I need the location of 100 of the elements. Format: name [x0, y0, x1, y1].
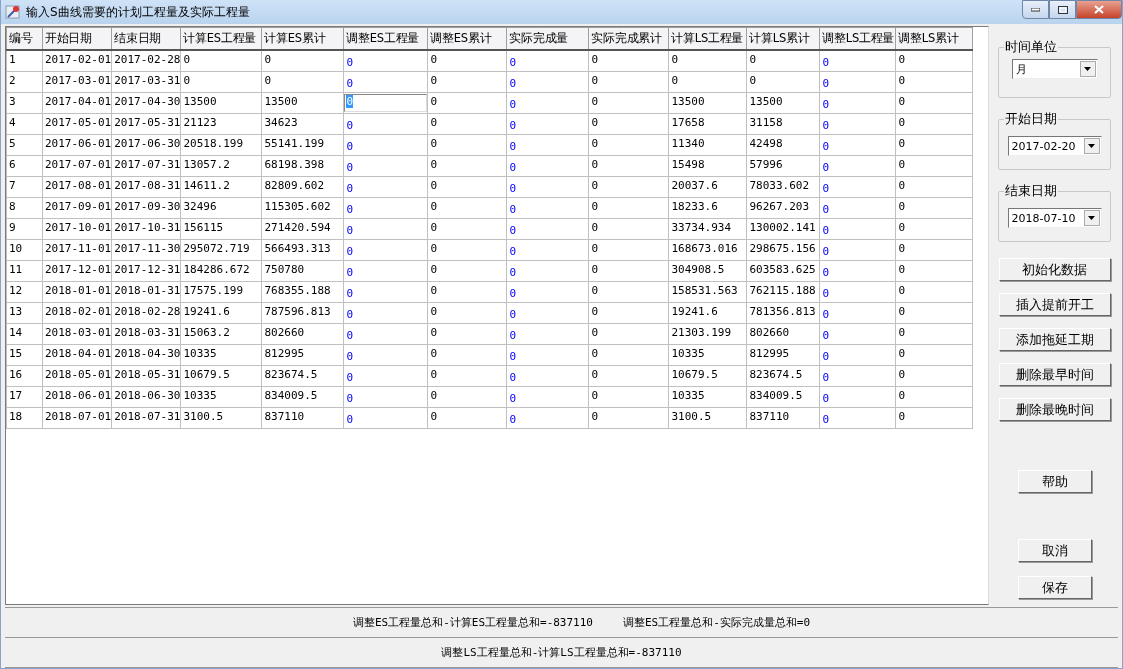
table-cell: 2 — [6, 71, 43, 92]
table-cell[interactable]: 0 — [506, 71, 589, 92]
table-cell[interactable]: 0 — [819, 71, 896, 92]
table-cell[interactable]: 0 — [343, 155, 428, 176]
table-cell[interactable]: 0 — [819, 239, 896, 260]
table-cell[interactable]: 0 — [506, 281, 589, 302]
table-cell: 31158 — [746, 113, 820, 134]
table-cell[interactable]: 0 — [343, 386, 428, 407]
table-cell[interactable]: 0 — [506, 323, 589, 344]
table-cell[interactable]: 0 — [819, 92, 896, 113]
table-cell: 0 — [180, 71, 262, 92]
action-button[interactable]: 删除最早时间 — [998, 363, 1111, 386]
table-cell[interactable]: 0 — [819, 302, 896, 323]
table-cell[interactable]: 0 — [819, 155, 896, 176]
table-cell[interactable]: 0 — [506, 302, 589, 323]
table-cell[interactable]: 0 — [343, 197, 428, 218]
table-cell[interactable]: 0 — [343, 239, 428, 260]
maximize-button[interactable] — [1049, 0, 1076, 19]
dropdown[interactable]: 月 — [1011, 59, 1098, 79]
dropdown[interactable]: 2017-02-20 — [1007, 136, 1102, 156]
column-header[interactable]: 编号 — [6, 27, 43, 50]
table-cell[interactable]: 0 — [819, 260, 896, 281]
table-cell[interactable]: 0 — [819, 113, 896, 134]
column-header[interactable]: 调整LS累计 — [895, 27, 973, 50]
table-cell[interactable]: 0 — [819, 386, 896, 407]
table-cell[interactable]: 0 — [506, 344, 589, 365]
action-button[interactable]: 插入提前开工 — [998, 293, 1111, 316]
table-cell[interactable]: 0 — [819, 218, 896, 239]
table-cell: 802660 — [261, 323, 344, 344]
table-cell[interactable]: 0 — [343, 260, 428, 281]
table-cell[interactable]: 0 — [506, 176, 589, 197]
table-cell: 32496 — [180, 197, 262, 218]
column-header[interactable]: 调整ES工程量 — [343, 27, 428, 50]
table-cell[interactable]: 0 — [819, 134, 896, 155]
column-header[interactable]: 调整ES累计 — [427, 27, 507, 50]
table-cell[interactable]: 0 — [343, 407, 428, 428]
table-cell[interactable]: 0 — [819, 365, 896, 386]
table-cell[interactable]: 0 — [506, 386, 589, 407]
column-header[interactable]: 计算ES工程量 — [180, 27, 262, 50]
table-cell[interactable]: 0 — [506, 365, 589, 386]
table-cell[interactable]: 0 — [343, 365, 428, 386]
table-cell[interactable]: 0 — [506, 113, 589, 134]
cancel-button[interactable]: 取消 — [1017, 539, 1092, 562]
table-cell: 2018-01-01 — [42, 281, 112, 302]
table-cell[interactable]: 0 — [343, 113, 428, 134]
table-cell[interactable]: 0 — [506, 92, 589, 113]
table-cell: 12 — [6, 281, 43, 302]
table-cell[interactable]: 0 — [506, 50, 589, 71]
column-header[interactable]: 实际完成累计 — [588, 27, 669, 50]
save-button[interactable]: 保存 — [1017, 576, 1092, 599]
action-button[interactable]: 删除最晚时间 — [998, 398, 1111, 421]
table-cell[interactable]: 0 — [343, 50, 428, 71]
dropdown[interactable]: 2018-07-10 — [1007, 208, 1102, 228]
table-cell[interactable]: 0 — [506, 197, 589, 218]
action-button[interactable]: 添加拖延工期 — [998, 328, 1111, 351]
table-cell: 2017-09-30 — [111, 197, 181, 218]
table-cell[interactable]: 0 — [819, 407, 896, 428]
table-cell[interactable]: 0 — [506, 407, 589, 428]
table-cell: 2018-06-30 — [111, 386, 181, 407]
table-cell[interactable]: 0 — [506, 155, 589, 176]
table-cell[interactable]: 0 — [343, 71, 428, 92]
table-cell[interactable]: 0 — [343, 176, 428, 197]
table-cell[interactable]: 0 — [506, 260, 589, 281]
column-header[interactable]: 计算ES累计 — [261, 27, 344, 50]
table-cell[interactable]: 0 — [819, 176, 896, 197]
close-button[interactable] — [1076, 0, 1122, 19]
action-button[interactable]: 初始化数据 — [998, 258, 1111, 281]
column-header[interactable]: 调整LS工程量 — [819, 27, 896, 50]
table-cell[interactable]: 0 — [343, 323, 428, 344]
column-header[interactable]: 结束日期 — [111, 27, 181, 50]
table-cell[interactable]: 0 — [819, 344, 896, 365]
table-cell: 0 — [895, 302, 973, 323]
table-cell[interactable]: 0 — [343, 302, 428, 323]
table-cell[interactable]: 0 — [506, 218, 589, 239]
group-title: 结束日期 — [1004, 182, 1058, 200]
table-cell[interactable]: 0 — [343, 281, 428, 302]
help-button[interactable]: 帮助 — [1017, 470, 1092, 493]
table-cell[interactable]: 0 — [343, 344, 428, 365]
column-header[interactable]: 实际完成量 — [506, 27, 589, 50]
table-cell[interactable]: 0 — [343, 218, 428, 239]
column-header[interactable]: 计算LS累计 — [746, 27, 820, 50]
table-cell[interactable]: 0 — [506, 239, 589, 260]
table-cell[interactable]: 0 — [819, 197, 896, 218]
table-cell: 20037.6 — [668, 176, 747, 197]
table-cell: 295072.719 — [180, 239, 262, 260]
table-cell: 0 — [895, 155, 973, 176]
table-cell[interactable]: 0 — [343, 134, 428, 155]
table-cell: 20518.199 — [180, 134, 262, 155]
column-header[interactable]: 开始日期 — [42, 27, 112, 50]
table-cell[interactable]: 0 — [819, 323, 896, 344]
table-cell: 0 — [668, 71, 747, 92]
table-cell: 0 — [588, 239, 669, 260]
table-cell: 2018-07-31 — [111, 407, 181, 428]
table-cell[interactable]: 0 — [819, 50, 896, 71]
table-cell: 5 — [6, 134, 43, 155]
group-title: 时间单位 — [1004, 38, 1058, 56]
table-cell[interactable]: 0 — [819, 281, 896, 302]
table-cell: 10335 — [668, 386, 747, 407]
column-header[interactable]: 计算LS工程量 — [668, 27, 747, 50]
table-cell[interactable]: 0 — [506, 134, 589, 155]
